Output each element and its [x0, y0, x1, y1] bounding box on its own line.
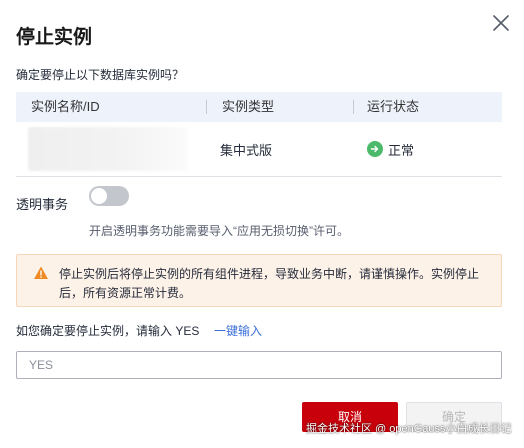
instance-name-cell: [16, 127, 206, 171]
table-header: 实例名称/ID 实例类型 运行状态: [16, 92, 502, 122]
column-header-type: 实例类型: [206, 92, 353, 122]
toggle-knob: [91, 188, 107, 204]
column-header-status: 运行状态: [353, 92, 502, 122]
stop-instance-dialog: 停止实例 确定要停止以下数据库实例吗？ 实例名称/ID 实例类型 运行状态 集中…: [0, 0, 524, 448]
confirm-yes-input[interactable]: [16, 351, 502, 379]
status-text: 正常: [388, 142, 415, 158]
transparent-transaction-label: 透明事务: [16, 197, 69, 212]
table-row: 集中式版 正常: [16, 122, 502, 177]
transparent-transaction-toggle[interactable]: [89, 186, 129, 206]
transparent-transaction-hint: 开启透明事务功能需要导入“应用无损切换”许可。: [89, 224, 349, 238]
status-ok-icon: [367, 141, 383, 157]
dialog-title: 停止实例: [16, 27, 93, 48]
instance-type-cell: 集中式版: [220, 142, 273, 158]
instance-status-cell: 正常: [353, 140, 502, 159]
warning-alert: 停止实例后将停止实例的所有组件进程，导致业务中断，请谨慎操作。实例停止后，所有资…: [16, 254, 502, 307]
confirm-input-prompt: 如您确定要停止实例，请输入 YES: [16, 324, 200, 338]
confirm-question: 确定要停止以下数据库实例吗？: [16, 68, 185, 82]
quick-input-link[interactable]: 一键输入: [214, 322, 262, 339]
redacted-instance-id: [28, 127, 188, 171]
warning-text: 停止实例后将停止实例的所有组件进程，导致业务中断，请谨慎操作。实例停止后，所有资…: [59, 267, 480, 300]
instance-table: 实例名称/ID 实例类型 运行状态 集中式版 正常: [16, 92, 502, 177]
close-icon[interactable]: [489, 11, 513, 35]
watermark: 掘金技术社区 @ openGauss小白成长日记: [306, 423, 512, 435]
warning-icon: [33, 265, 49, 281]
column-header-name: 实例名称/ID: [31, 99, 100, 114]
